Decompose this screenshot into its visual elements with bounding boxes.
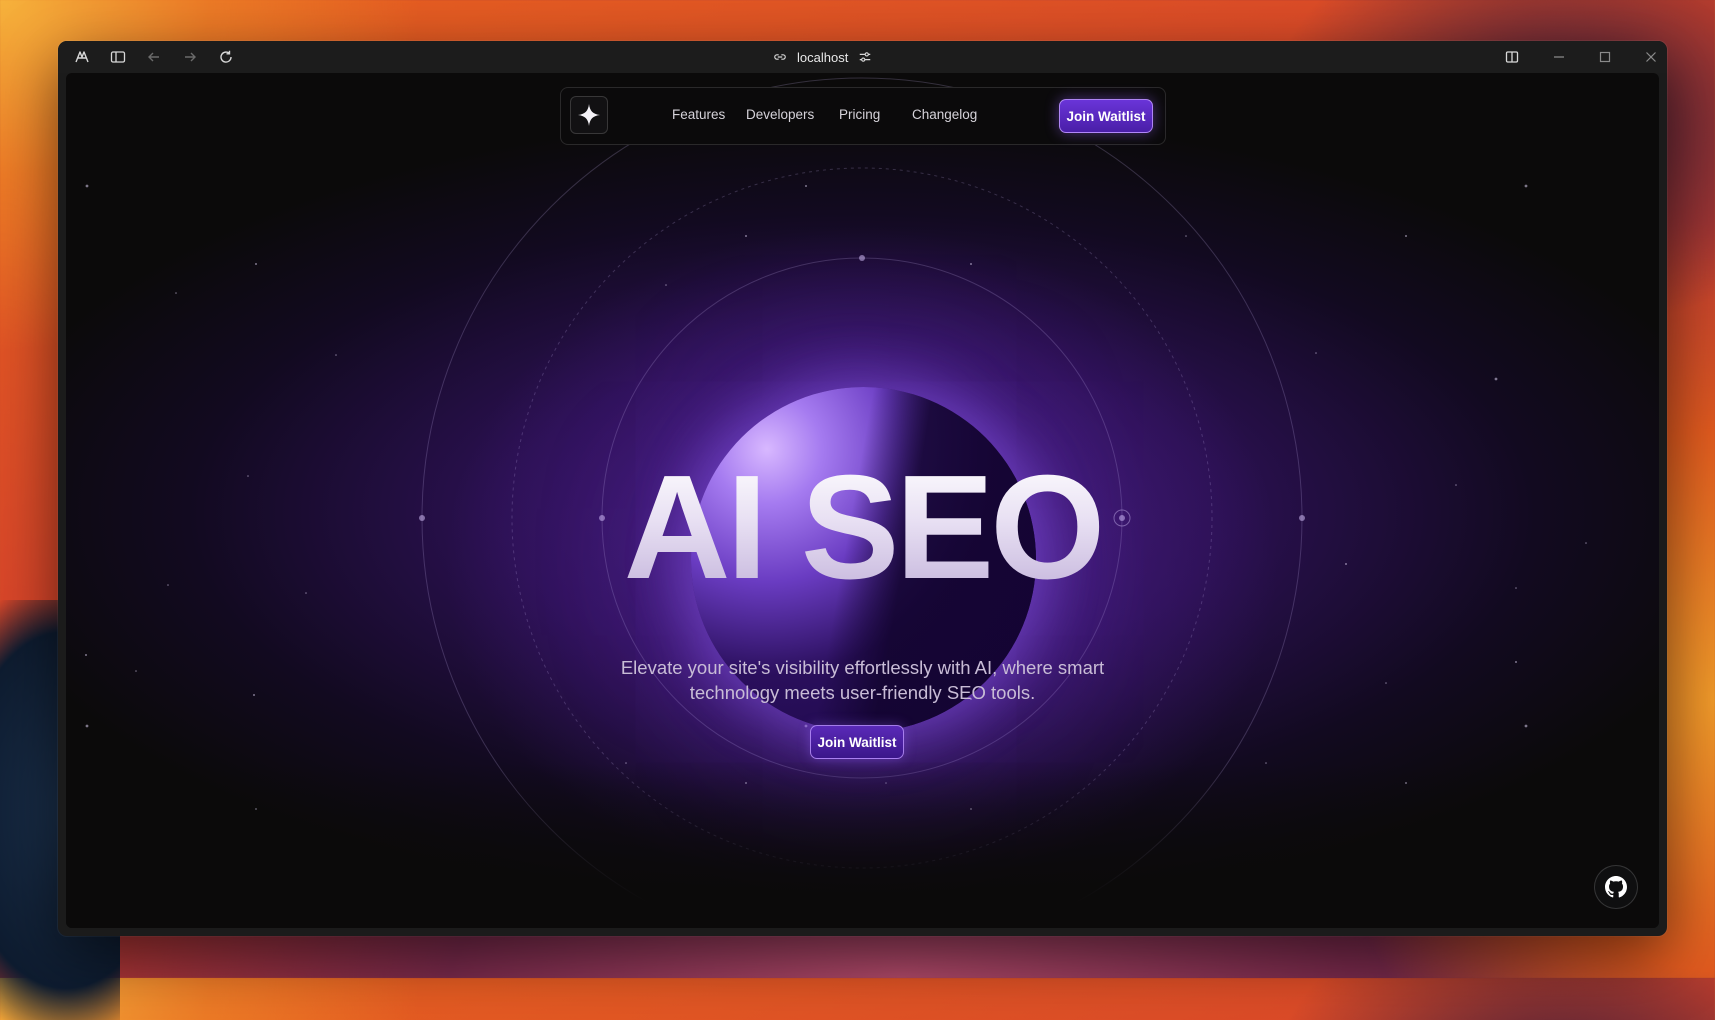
hero-title: AI SEO (66, 453, 1659, 603)
back-arrow-icon[interactable] (145, 48, 163, 66)
maximize-icon[interactable] (1596, 48, 1614, 66)
site-settings-icon[interactable] (858, 50, 872, 64)
hero-join-waitlist-button[interactable]: Join Waitlist (810, 725, 904, 759)
nav-link-changelog[interactable]: Changelog (912, 107, 977, 122)
nav-join-waitlist-button[interactable]: Join Waitlist (1059, 99, 1153, 133)
nav-link-developers[interactable]: Developers (746, 107, 814, 122)
hero-subtitle: Elevate your site's visibility effortles… (620, 657, 1105, 703)
browser-titlebar: localhost (58, 41, 1667, 73)
web-page: AI SEO Elevate your site's visibility ef… (66, 73, 1659, 928)
nav-link-pricing[interactable]: Pricing (839, 107, 880, 122)
github-button[interactable] (1594, 865, 1638, 909)
address-bar[interactable]: localhost (773, 46, 872, 68)
browser-window: localhost AI SEO Elevate your site's vis… (58, 41, 1667, 936)
reload-icon[interactable] (217, 48, 235, 66)
sparkle-icon[interactable] (570, 96, 608, 134)
nav-link-features[interactable]: Features (672, 107, 725, 122)
close-icon[interactable] (1642, 48, 1660, 66)
top-navigation: Features Developers Pricing Changelog Jo… (560, 87, 1166, 145)
sidebar-toggle-icon[interactable] (109, 48, 127, 66)
forward-arrow-icon[interactable] (181, 48, 199, 66)
github-icon (1605, 876, 1627, 898)
address-text[interactable]: localhost (797, 50, 848, 65)
browser-logo-icon[interactable] (73, 48, 91, 66)
split-view-icon[interactable] (1503, 48, 1521, 66)
minimize-icon[interactable] (1550, 48, 1568, 66)
hero-bottom-fade (66, 763, 1659, 928)
link-icon (774, 54, 786, 60)
